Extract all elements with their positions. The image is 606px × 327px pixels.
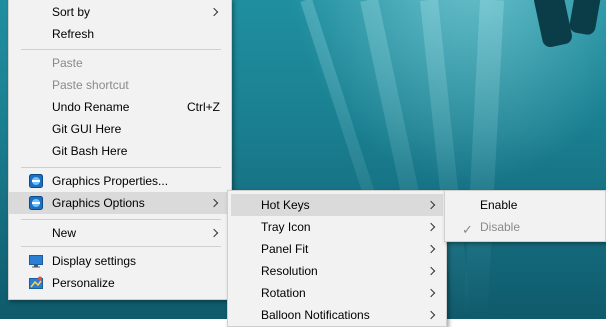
menu-item-label: Tray Icon (261, 220, 311, 234)
chevron-right-icon (426, 222, 436, 232)
personalize-icon (29, 276, 43, 289)
menu-item-label: Enable (480, 198, 518, 212)
graphics-options-submenu: Hot Keys Tray Icon Panel Fit Resolution … (227, 190, 447, 327)
chevron-right-icon (426, 288, 436, 298)
checkmark-icon: ✓ (462, 222, 473, 237)
submenu-item-rotation[interactable]: Rotation (231, 282, 443, 304)
intel-graphics-icon (29, 196, 43, 210)
menu-item-git-bash-here[interactable]: Git Bash Here (9, 140, 231, 162)
chevron-right-icon (426, 200, 436, 210)
menu-item-paste[interactable]: Paste (9, 52, 231, 74)
submenu-item-panel-fit[interactable]: Panel Fit (231, 238, 443, 260)
menu-item-sort-by[interactable]: Sort by (9, 1, 231, 23)
menu-item-label: Display settings (52, 254, 137, 268)
menu-separator (21, 167, 221, 168)
submenu-item-hot-keys[interactable]: Hot Keys (231, 194, 443, 216)
menu-item-label: Rotation (261, 286, 306, 300)
menu-item-label: Git GUI Here (52, 122, 122, 136)
light-ray (463, 0, 504, 320)
submenu-item-balloon-notifications[interactable]: Balloon Notifications (231, 304, 443, 326)
chevron-right-icon (426, 244, 436, 254)
menu-item-git-gui-here[interactable]: Git GUI Here (9, 118, 231, 140)
menu-item-label: Refresh (52, 27, 95, 41)
shortcut-text: Ctrl+Z (187, 100, 220, 114)
menu-item-label: Personalize (52, 276, 115, 290)
menu-item-label: Balloon Notifications (261, 308, 370, 322)
menu-item-label: Resolution (261, 264, 318, 278)
intel-graphics-icon (29, 174, 43, 188)
desktop-context-menu: Sort by Refresh Paste Paste shortcut Und… (8, 0, 232, 300)
menu-item-paste-shortcut[interactable]: Paste shortcut (9, 74, 231, 96)
menu-item-label: Panel Fit (261, 242, 309, 256)
menu-item-label: New (52, 226, 77, 240)
menu-item-undo-rename[interactable]: Undo Rename Ctrl+Z (9, 96, 231, 118)
menu-item-label: Undo Rename (52, 100, 130, 114)
menu-item-label: Git Bash Here (52, 144, 128, 158)
menu-item-graphics-properties[interactable]: Graphics Properties... (9, 170, 231, 192)
menu-item-graphics-options[interactable]: Graphics Options (9, 192, 231, 214)
chevron-right-icon (426, 266, 436, 276)
menu-separator (21, 219, 221, 220)
menu-item-new[interactable]: New (9, 222, 231, 244)
menu-item-label: Graphics Options (52, 196, 145, 210)
submenu-item-tray-icon[interactable]: Tray Icon (231, 216, 443, 238)
menu-item-display-settings[interactable]: Display settings (9, 250, 231, 272)
diver-silhouette (532, 0, 574, 49)
menu-item-label: Hot Keys (261, 198, 310, 212)
menu-item-label: Paste shortcut (52, 78, 129, 92)
submenu-item-disable[interactable]: ✓ Disable (448, 216, 602, 238)
diver-silhouette (568, 0, 602, 36)
submenu-item-resolution[interactable]: Resolution (231, 260, 443, 282)
chevron-right-icon (209, 228, 219, 238)
menu-item-label: Disable (480, 220, 521, 234)
menu-item-refresh[interactable]: Refresh (9, 23, 231, 45)
menu-separator (21, 49, 221, 50)
submenu-item-enable[interactable]: Enable (448, 194, 602, 216)
chevron-right-icon (426, 310, 436, 320)
chevron-right-icon (209, 7, 219, 17)
hot-keys-submenu: Enable ✓ Disable (444, 190, 606, 242)
display-icon (29, 255, 43, 268)
chevron-right-icon (209, 198, 219, 208)
menu-item-personalize[interactable]: Personalize (9, 272, 231, 294)
menu-item-label: Sort by (52, 5, 91, 19)
menu-separator (21, 246, 221, 247)
menu-item-label: Paste (52, 56, 83, 70)
menu-item-label: Graphics Properties... (52, 174, 169, 188)
